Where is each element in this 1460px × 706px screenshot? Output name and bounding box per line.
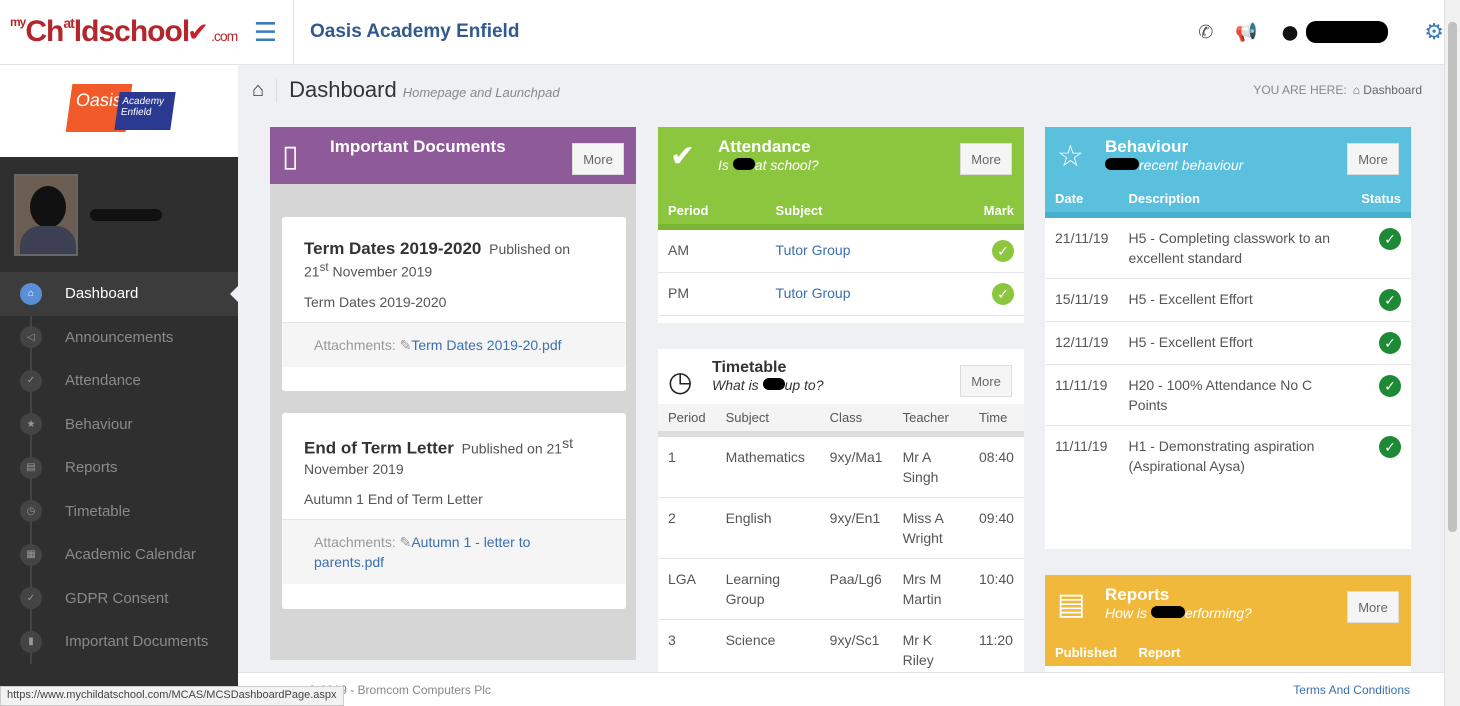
sidebar-item-gdpr-consent[interactable]: ✓ GDPR Consent — [0, 577, 238, 621]
attendance-more-button[interactable]: More — [960, 143, 1012, 175]
status-check-icon: ✓ — [1379, 289, 1401, 311]
sidebar-item-academic-calendar[interactable]: ▦ Academic Calendar — [0, 533, 238, 577]
file-icon: ▮ — [20, 630, 42, 653]
table-row: LGA Learning Group Paa/Lg6 Mrs M Martin 10:4… — [658, 558, 1024, 620]
status-check-icon: ✓ — [1379, 375, 1401, 397]
paperclip-icon: ✎ — [399, 336, 412, 353]
table-row: 11/11/19 H20 - 100% Attendance No C Point… — [1045, 364, 1411, 426]
student-profile[interactable] — [0, 157, 238, 272]
settings-gear-icon[interactable]: ⚙ — [1424, 19, 1444, 45]
check-icon: ✓ — [20, 587, 42, 610]
document-card: Term Dates 2019-2020 Published on 21st N… — [282, 217, 626, 391]
megaphone-icon: ◁ — [20, 326, 42, 349]
school-logo: Oasis Academy Enfield — [0, 65, 238, 157]
top-bar: myChatldschool ✔ .com ☰ Oasis Academy Enfi… — [0, 0, 1444, 65]
home-icon: ⌂ — [20, 282, 42, 305]
timetable-more-button[interactable]: More — [960, 365, 1012, 397]
home-icon[interactable]: ⌂ — [252, 78, 278, 102]
clock-icon: ◷ — [668, 366, 693, 397]
menu-toggle-icon[interactable]: ☰ — [238, 0, 294, 65]
browser-status-url: https://www.mychildatschool.com/MCAS/MCS… — [0, 686, 344, 706]
star-icon: ★ — [20, 413, 42, 436]
table-row: 11/11/19 H1 - Demonstrating aspiration (A… — [1045, 426, 1411, 487]
sidebar-item-reports[interactable]: ▤ Reports — [0, 446, 238, 490]
document-icon: ▤ — [20, 456, 42, 479]
table-row: 15/11/19 H5 - Excellent Effort ✓ — [1045, 278, 1411, 322]
sidebar-nav: ⌂ Dashboard ◁ Announcements ✓ Attendance ★ B… — [0, 272, 238, 664]
subject-link[interactable]: Tutor Group — [776, 285, 851, 301]
redacted-name — [1306, 21, 1389, 43]
page-title: Dashboard — [289, 77, 397, 102]
paperclip-icon: ✎ — [399, 533, 412, 550]
star-icon: ☆ — [1057, 140, 1084, 173]
status-check-icon: ✓ — [1379, 332, 1401, 354]
documents-more-button[interactable]: More — [572, 143, 624, 175]
redacted-student-name — [90, 208, 162, 221]
table-row: 12/11/19 H5 - Excellent Effort ✓ — [1045, 321, 1411, 365]
sidebar-item-important-documents[interactable]: ▮ Important Documents — [0, 620, 238, 664]
behaviour-more-button[interactable]: More — [1347, 143, 1399, 175]
sidebar-item-dashboard[interactable]: ⌂ Dashboard — [0, 272, 238, 316]
important-documents-panel: ▯ Important Documents More Term Dates 20… — [270, 127, 636, 660]
table-row: AM Tutor Group ✓ — [658, 227, 1024, 273]
sidebar: Oasis Academy Enfield ⌂ Dashboard ◁ Announ… — [0, 65, 238, 706]
subject-link[interactable]: Tutor Group — [776, 242, 851, 258]
check-icon: ✔ — [670, 140, 696, 173]
timetable-panel: ◷ Timetable What is up to? More Period Su… — [658, 349, 1024, 706]
footer: © 2019 - Bromcom Computers Plc Terms And… — [238, 672, 1444, 706]
page-scrollbar[interactable] — [1444, 0, 1460, 706]
school-name: Oasis Academy Enfield — [310, 21, 520, 42]
attendance-panel: ✔ Attendance Is at school? More Period Su… — [658, 127, 1024, 323]
behaviour-panel: ☆ Behaviour recent behaviour More Date De… — [1045, 127, 1411, 549]
sidebar-item-timetable[interactable]: ◷ Timetable — [0, 490, 238, 534]
sidebar-item-behaviour[interactable]: ★ Behaviour — [0, 403, 238, 447]
mychildatschool-logo[interactable]: myChatldschool ✔ .com — [0, 0, 238, 65]
report-document-icon: ▤ — [1057, 588, 1086, 621]
terms-link[interactable]: Terms And Conditions — [1293, 683, 1410, 697]
table-row: 2 English 9xy/En1 Miss A Wright 09:40 — [658, 497, 1024, 559]
status-check-icon: ✓ — [1379, 436, 1401, 458]
breadcrumb-dashboard[interactable]: ⌂ Dashboard — [1353, 83, 1422, 97]
document-card: End of Term Letter Published on 21st Nov… — [282, 413, 626, 609]
status-check-icon: ✓ — [1379, 228, 1401, 250]
table-row: 21/11/19 H5 - Completing classwork to an … — [1045, 215, 1411, 279]
reports-more-button[interactable]: More — [1347, 591, 1399, 623]
attachment-link[interactable]: Term Dates 2019-20.pdf — [411, 337, 561, 353]
present-check-icon: ✓ — [992, 283, 1014, 305]
check-icon: ✓ — [20, 369, 42, 392]
clock-icon: ◷ — [20, 500, 42, 523]
document-icon: ▯ — [282, 140, 299, 173]
table-row: 1 Mathematics 9xy/Ma1 Mr A Singh 08:40 — [658, 434, 1024, 498]
child-selector[interactable]: ● — [1280, 13, 1389, 52]
child-avatar-icon: ● — [1279, 12, 1301, 51]
table-row: PM Tutor Group ✓ — [658, 272, 1024, 316]
sidebar-item-attendance[interactable]: ✓ Attendance — [0, 359, 238, 403]
breadcrumb: YOU ARE HERE: ⌂ Dashboard — [1253, 83, 1422, 97]
present-check-icon: ✓ — [992, 240, 1014, 262]
phone-icon[interactable]: ✆ — [1198, 22, 1213, 43]
sidebar-item-announcements[interactable]: ◁ Announcements — [0, 316, 238, 360]
calendar-icon: ▦ — [20, 543, 42, 566]
page-subtitle: Homepage and Launchpad — [402, 84, 560, 100]
main-content: ⌂ Dashboard Homepage and Launchpad YOU A… — [238, 65, 1444, 706]
student-photo — [14, 173, 78, 256]
megaphone-icon[interactable]: 📢 — [1235, 22, 1257, 43]
